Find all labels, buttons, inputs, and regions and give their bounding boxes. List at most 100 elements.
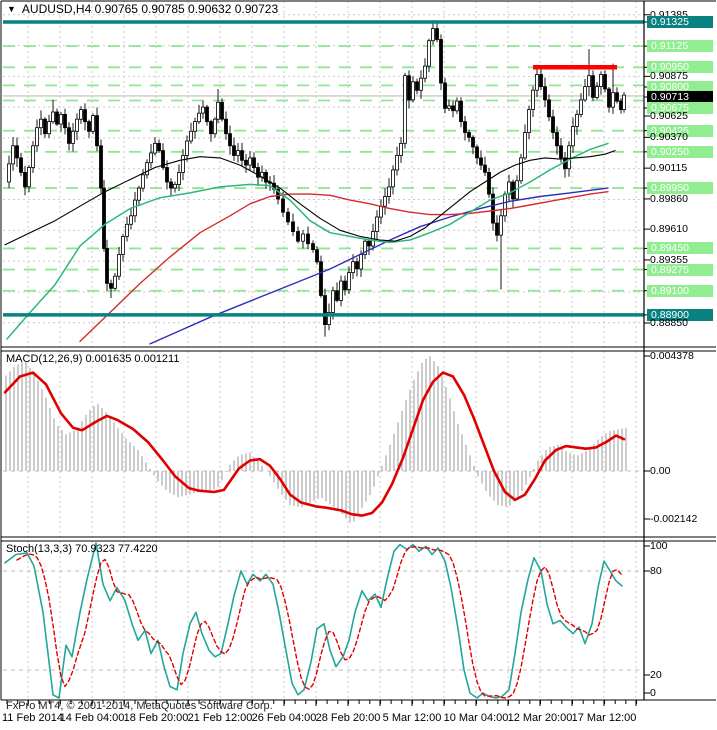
candle xyxy=(224,118,228,135)
candle xyxy=(387,186,391,197)
candle xyxy=(213,118,217,135)
price-axis-label: 0.90370 xyxy=(650,131,688,144)
candle xyxy=(339,280,343,301)
candle xyxy=(35,127,39,147)
candle xyxy=(479,157,483,166)
candle xyxy=(439,39,443,84)
candle xyxy=(59,114,63,125)
candle xyxy=(523,132,527,159)
candle xyxy=(165,167,169,183)
candle xyxy=(455,100,459,112)
candle xyxy=(543,86,547,101)
candle xyxy=(499,215,503,236)
candle xyxy=(599,74,603,88)
indicator-axis-label: 0.00 xyxy=(650,465,671,477)
candle xyxy=(220,101,224,120)
candle xyxy=(177,171,181,185)
candle xyxy=(611,92,615,108)
candle xyxy=(71,130,75,144)
candle xyxy=(331,290,335,313)
candle xyxy=(483,164,487,173)
candle xyxy=(102,187,106,249)
indicator-axis-label: 0 xyxy=(650,687,656,699)
candle xyxy=(99,145,103,189)
candle xyxy=(63,114,67,129)
candle xyxy=(244,159,248,166)
candle xyxy=(201,106,205,114)
candle xyxy=(252,157,256,168)
candle xyxy=(181,155,185,173)
candle xyxy=(240,150,244,161)
candle xyxy=(535,74,539,91)
candle xyxy=(173,183,177,189)
mt4-chart-window: ▼ AUDUSD,H4 0.90765 0.90785 0.90632 0.907… xyxy=(0,0,717,730)
candle xyxy=(419,77,423,91)
candle xyxy=(459,100,463,122)
candle xyxy=(169,181,173,189)
symbol-dropdown-icon[interactable]: ▼ xyxy=(7,4,16,14)
candle xyxy=(431,28,435,42)
date-label: 5 Mar 12:00 xyxy=(382,712,442,724)
candle xyxy=(622,94,626,110)
candle xyxy=(347,272,351,290)
date-label: 21 Feb 12:00 xyxy=(187,712,253,724)
candle xyxy=(583,86,587,101)
candle xyxy=(443,82,447,109)
candle xyxy=(427,40,431,67)
candle xyxy=(375,216,379,232)
date-label: 17 Mar 12:00 xyxy=(571,712,637,724)
candle xyxy=(55,111,59,125)
candle xyxy=(11,145,15,165)
candle xyxy=(248,157,252,166)
chart-canvas[interactable] xyxy=(0,0,717,730)
candle xyxy=(471,136,475,148)
candle xyxy=(129,215,133,225)
candle xyxy=(39,118,43,129)
candle xyxy=(547,99,551,118)
candle xyxy=(383,196,387,207)
candle xyxy=(607,88,611,108)
chart-title: ▼ AUDUSD,H4 0.90765 0.90785 0.90632 0.907… xyxy=(4,2,278,16)
candle xyxy=(595,86,599,98)
candle xyxy=(232,145,236,156)
candle xyxy=(27,167,31,188)
price-axis-label: 0.89860 xyxy=(650,192,688,205)
candle xyxy=(197,112,201,123)
candle xyxy=(121,235,125,255)
candle xyxy=(475,146,479,159)
candle xyxy=(335,290,339,301)
candle xyxy=(539,74,543,88)
candle xyxy=(415,81,419,91)
candle xyxy=(579,99,583,115)
price-axis-label: 0.89450 xyxy=(647,242,713,255)
candle xyxy=(619,100,623,110)
candle xyxy=(319,261,323,296)
price-axis-label: 0.88850 xyxy=(650,317,688,329)
candle xyxy=(555,132,559,147)
chart-title-text: AUDUSD,H4 0.90765 0.90785 0.90632 0.9072… xyxy=(21,2,279,16)
candle xyxy=(141,174,145,189)
candle xyxy=(531,89,535,110)
price-axis-label: 0.89610 xyxy=(650,223,688,236)
candle xyxy=(75,118,79,132)
candle xyxy=(291,221,295,232)
candle xyxy=(95,115,99,147)
price-axis-label: 0.89275 xyxy=(647,263,713,276)
candle xyxy=(463,121,467,133)
candle xyxy=(351,261,355,274)
candle xyxy=(157,142,161,151)
candle xyxy=(43,118,47,135)
candle xyxy=(185,140,189,156)
candle xyxy=(379,205,383,218)
candle xyxy=(367,240,371,247)
candle xyxy=(395,155,399,171)
indicator-axis-label: 80 xyxy=(650,565,662,577)
candle xyxy=(23,171,27,188)
candle xyxy=(193,121,197,132)
candle xyxy=(286,211,290,223)
candle xyxy=(495,222,499,236)
candle xyxy=(87,121,91,132)
date-label: 11 Feb 2014 xyxy=(2,712,63,724)
candle xyxy=(216,101,220,120)
candle xyxy=(306,233,310,245)
